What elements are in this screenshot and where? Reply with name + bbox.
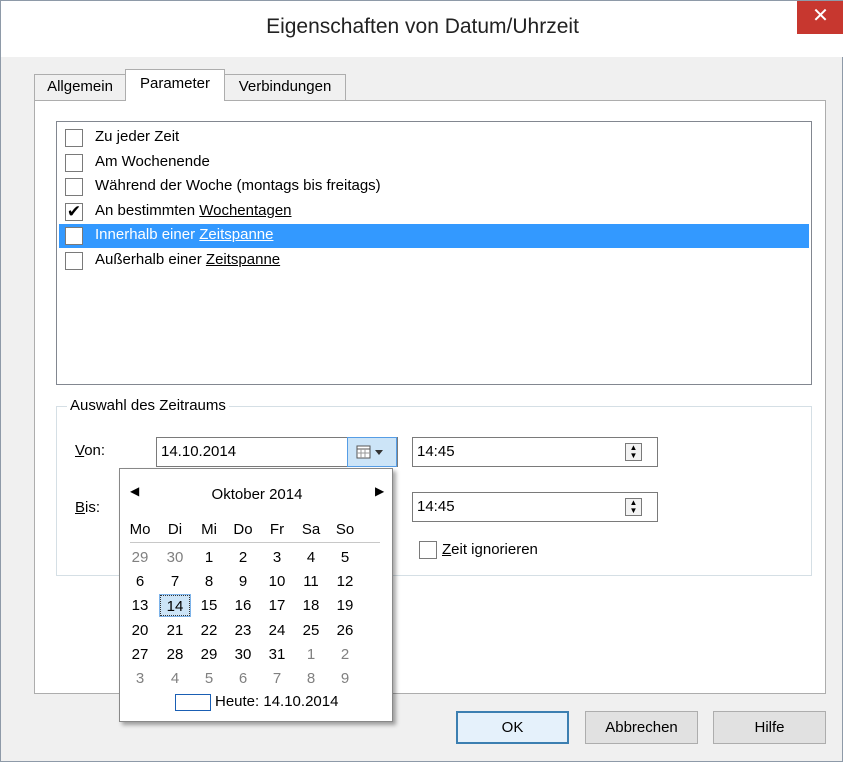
- calendar-day[interactable]: 13: [125, 595, 155, 616]
- calendar-day[interactable]: 6: [228, 668, 258, 689]
- calendar-day[interactable]: 6: [125, 571, 155, 592]
- calendar-day[interactable]: 23: [228, 620, 258, 641]
- option-checkbox[interactable]: [65, 178, 83, 197]
- calendar-day[interactable]: 8: [194, 571, 224, 592]
- option-label: Außerhalb einer Zeitspanne: [95, 251, 281, 268]
- weekday-header: Do: [233, 521, 253, 538]
- list-item[interactable]: Außerhalb einer Zeitspanne: [59, 249, 809, 273]
- option-checkbox[interactable]: [65, 153, 83, 172]
- calendar-day[interactable]: 1: [194, 547, 224, 568]
- calendar-day[interactable]: 29: [194, 644, 224, 665]
- calendar-day[interactable]: 9: [330, 668, 360, 689]
- calendar-day[interactable]: 19: [330, 595, 360, 616]
- option-label: Während der Woche (montags bis freitags): [95, 177, 381, 195]
- calendar-day[interactable]: 1: [296, 644, 326, 665]
- calendar-popup: ◀ Oktober 2014 ▶ Mo Di Mi Do Fr Sa So 29 30 1 2 3 4…: [119, 468, 393, 722]
- option-label: An bestimmten Wochentagen: [95, 201, 292, 219]
- calendar-day[interactable]: 29: [125, 547, 155, 568]
- today-marker-icon: [175, 694, 211, 711]
- calendar-day[interactable]: 2: [330, 644, 360, 665]
- calendar-day[interactable]: 15: [194, 595, 224, 616]
- tab-allgemein[interactable]: Allgemein: [34, 74, 126, 100]
- weekday-header: Di: [167, 521, 183, 538]
- tab-parameter[interactable]: Parameter: [125, 69, 225, 101]
- calendar-day[interactable]: 24: [262, 620, 292, 641]
- from-label: Von:: [75, 442, 106, 459]
- calendar-day[interactable]: 14: [159, 594, 191, 618]
- ok-button[interactable]: OK: [456, 711, 569, 744]
- calendar-day[interactable]: 17: [262, 595, 292, 616]
- calendar-day[interactable]: 11: [296, 571, 326, 592]
- calendar-day[interactable]: 26: [330, 620, 360, 641]
- calendar-day[interactable]: 10: [262, 571, 292, 592]
- calendar-day[interactable]: 5: [330, 547, 360, 568]
- to-time-input[interactable]: 14:45: [412, 492, 658, 522]
- calendar-day[interactable]: 31: [262, 644, 292, 665]
- calendar-icon: [356, 445, 383, 459]
- tab-verbindungen[interactable]: Verbindungen: [224, 74, 346, 100]
- close-icon[interactable]: ✕: [797, 1, 843, 34]
- calendar-day[interactable]: 27: [125, 644, 155, 665]
- today-link[interactable]: Heute: 14.10.2014: [215, 693, 338, 710]
- range-group-title: Auswahl des Zeitraums: [67, 397, 229, 414]
- option-checkbox[interactable]: [65, 252, 83, 270]
- chevron-down-icon: [375, 450, 383, 455]
- calendar-day[interactable]: 7: [160, 571, 190, 592]
- list-item[interactable]: Zu jeder Zeit: [59, 126, 809, 150]
- dialog-title: Eigenschaften von Datum/Uhrzeit: [266, 15, 579, 38]
- calendar-day[interactable]: 22: [194, 620, 224, 641]
- calendar-day[interactable]: 25: [296, 620, 326, 641]
- calendar-day[interactable]: 20: [125, 620, 155, 641]
- from-time-input[interactable]: 14:45: [412, 437, 658, 467]
- calendar-day[interactable]: 30: [228, 644, 258, 665]
- weekday-divider: [130, 542, 380, 543]
- option-link[interactable]: Zeitspanne: [199, 226, 273, 243]
- calendar-day[interactable]: 5: [194, 668, 224, 689]
- option-checkbox[interactable]: [65, 129, 83, 147]
- calendar-day[interactable]: 12: [330, 571, 360, 592]
- ignore-time-label: Zeit ignorieren: [442, 541, 538, 558]
- help-button[interactable]: Hilfe: [713, 711, 826, 744]
- weekday-header: Sa: [301, 521, 321, 538]
- title-bar: Eigenschaften von Datum/Uhrzeit ✕: [1, 1, 843, 57]
- calendar-day[interactable]: 7: [262, 668, 292, 689]
- option-checkbox[interactable]: ✔: [65, 202, 83, 221]
- list-item[interactable]: Während der Woche (montags bis freitags): [59, 175, 809, 199]
- calendar-day[interactable]: 18: [296, 595, 326, 616]
- from-time-spinner[interactable]: ▲ ▼: [625, 443, 642, 461]
- option-label: Am Wochenende: [95, 152, 210, 170]
- weekday-header: Fr: [269, 521, 285, 538]
- condition-list[interactable]: Zu jeder Zeit Am Wochenende Während der Wo…: [56, 121, 812, 385]
- calendar-day[interactable]: 16: [228, 595, 258, 616]
- calendar-day[interactable]: 3: [125, 668, 155, 689]
- calendar-day[interactable]: 3: [262, 547, 292, 568]
- weekday-header: So: [335, 521, 355, 538]
- option-link[interactable]: Zeitspanne: [206, 251, 280, 268]
- calendar-day[interactable]: 4: [160, 668, 190, 689]
- weekday-header: Mo: [129, 521, 151, 538]
- to-label: Bis:: [75, 499, 101, 516]
- calendar-day[interactable]: 8: [296, 668, 326, 689]
- list-item[interactable]: ✔ An bestimmten Wochentagen: [59, 200, 809, 224]
- dialog-window: Eigenschaften von Datum/Uhrzeit ✕ Allgem…: [0, 0, 843, 762]
- calendar-month-title[interactable]: Oktober 2014: [120, 486, 394, 503]
- ignore-time-checkbox[interactable]: [419, 541, 437, 559]
- calendar-day[interactable]: 28: [160, 644, 190, 665]
- weekday-header: Mi: [201, 521, 217, 538]
- calendar-day[interactable]: 4: [296, 547, 326, 568]
- calendar-day[interactable]: 2: [228, 547, 258, 568]
- cancel-button[interactable]: Abbrechen: [585, 711, 698, 744]
- calendar-day[interactable]: 21: [160, 620, 190, 641]
- option-link[interactable]: Wochentagen: [199, 202, 291, 219]
- calendar-dropdown-button[interactable]: [347, 437, 397, 467]
- option-label: Innerhalb einer Zeitspanne: [95, 226, 274, 244]
- list-item[interactable]: Am Wochenende: [59, 151, 809, 175]
- option-checkbox[interactable]: [65, 227, 83, 246]
- calendar-day[interactable]: 9: [228, 571, 258, 592]
- calendar-day[interactable]: 30: [160, 547, 190, 568]
- list-item[interactable]: Innerhalb einer Zeitspanne: [59, 224, 809, 249]
- next-month-icon[interactable]: ▶: [375, 484, 384, 498]
- option-label: Zu jeder Zeit: [95, 128, 180, 145]
- to-time-spinner[interactable]: ▲ ▼: [625, 498, 642, 516]
